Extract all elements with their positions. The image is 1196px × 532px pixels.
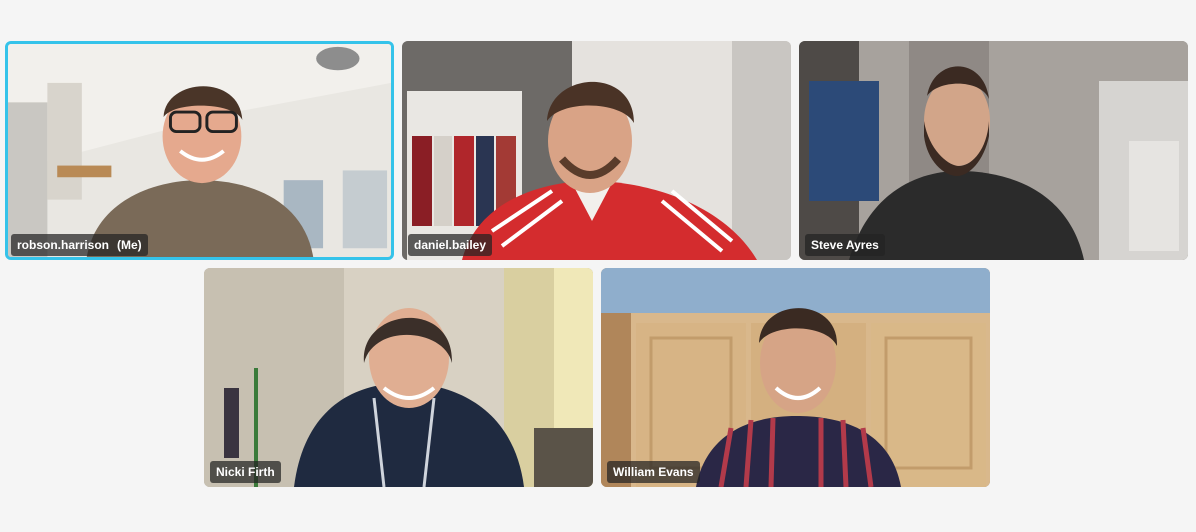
participant-video bbox=[799, 41, 1188, 260]
participant-name: Steve Ayres bbox=[811, 238, 879, 252]
participant-tile-nicki-firth[interactable]: Nicki Firth bbox=[204, 268, 593, 487]
participant-name: robson.harrison bbox=[17, 238, 110, 252]
me-indicator: (Me) bbox=[117, 238, 142, 252]
participant-name-tag: William Evans bbox=[607, 461, 700, 483]
participant-video bbox=[402, 41, 791, 260]
participant-tile-robson-harrison[interactable]: robson.harrison (Me) bbox=[5, 41, 394, 260]
participant-tile-daniel-bailey[interactable]: daniel.bailey bbox=[402, 41, 791, 260]
participant-video bbox=[601, 268, 990, 487]
participant-name-tag: daniel.bailey bbox=[408, 234, 493, 256]
participant-tile-william-evans[interactable]: William Evans bbox=[601, 268, 990, 487]
participant-video bbox=[8, 44, 391, 257]
participant-name-tag: robson.harrison (Me) bbox=[11, 234, 148, 256]
participant-name-tag: Steve Ayres bbox=[805, 234, 885, 256]
participant-name: daniel.bailey bbox=[414, 238, 487, 252]
participant-name-tag: Nicki Firth bbox=[210, 461, 281, 483]
participant-tile-steve-ayres[interactable]: Steve Ayres bbox=[799, 41, 1188, 260]
participant-video bbox=[204, 268, 593, 487]
participant-name: Nicki Firth bbox=[216, 465, 275, 479]
participant-name: William Evans bbox=[613, 465, 694, 479]
